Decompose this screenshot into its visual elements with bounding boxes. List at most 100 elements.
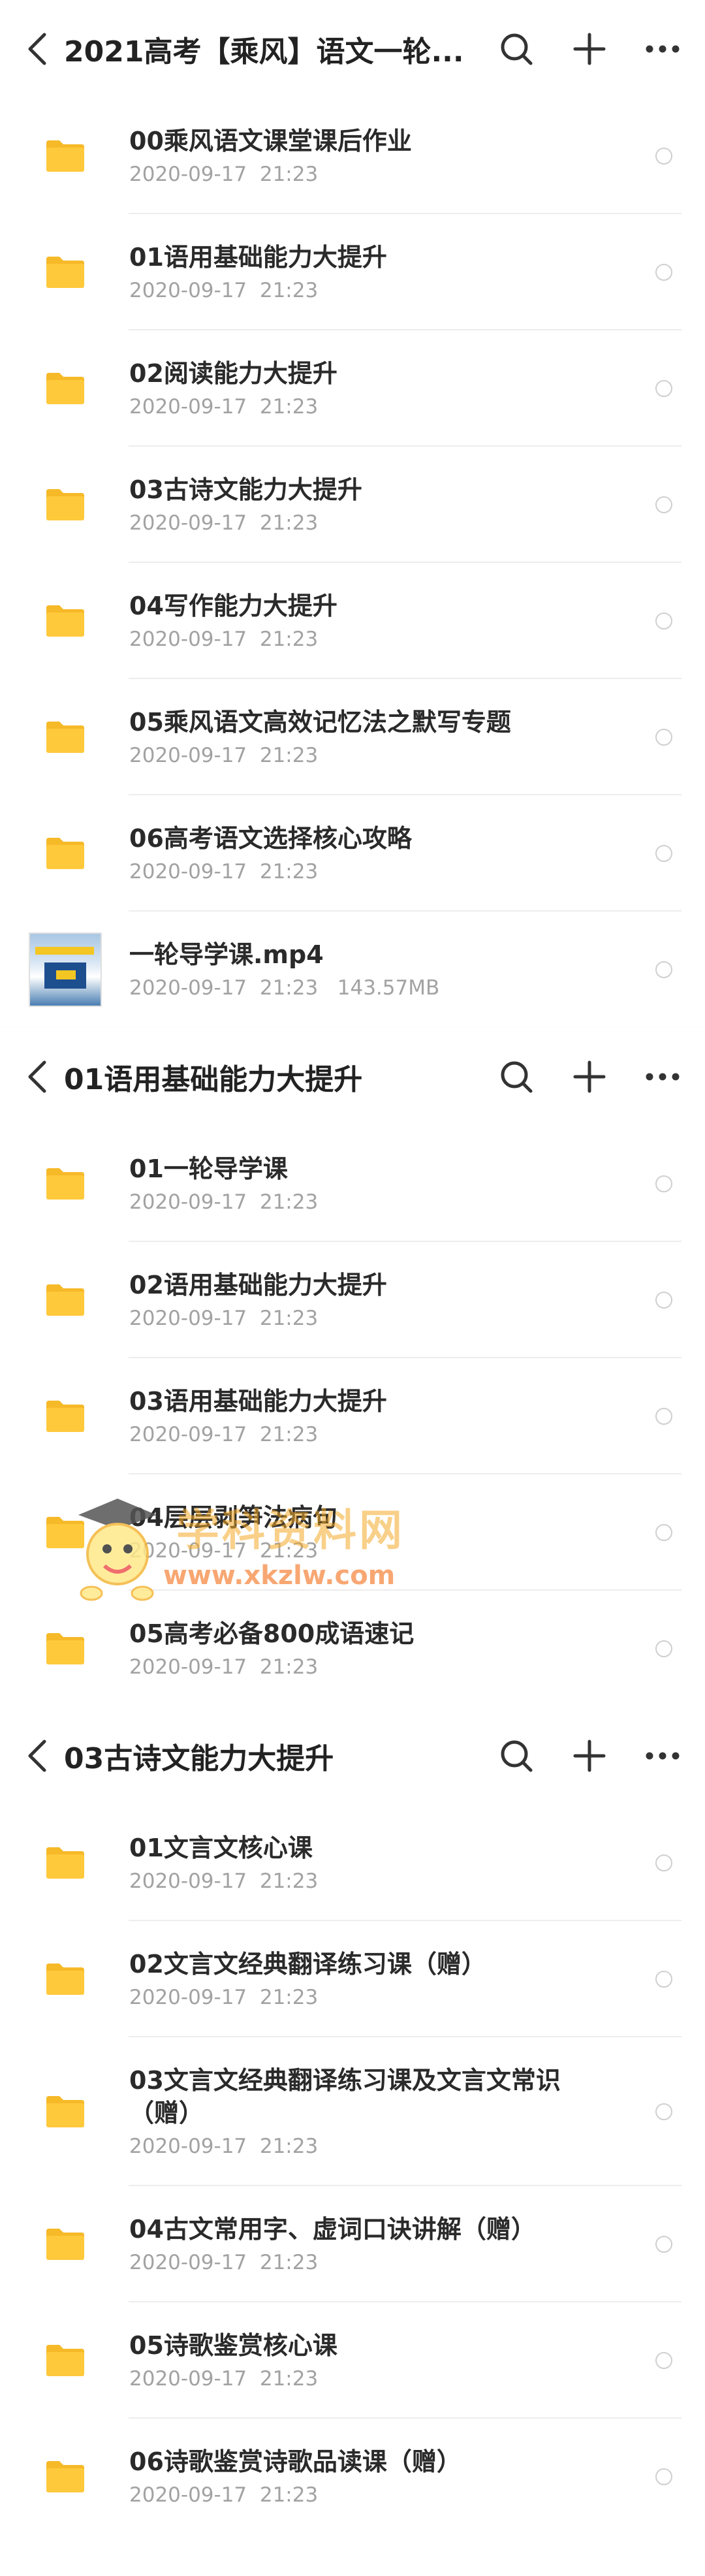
select-radio[interactable] <box>655 845 672 862</box>
search-icon[interactable] <box>494 1733 539 1779</box>
folder-row[interactable]: 05高考必备800成语速记 2020-09-17 21:23 <box>0 1591 705 1707</box>
select-radio[interactable] <box>655 961 672 978</box>
item-name: 04层层剥笋法病句 <box>129 1503 337 1532</box>
folder-row[interactable]: 02阅读能力大提升 2020-09-17 21:23 <box>0 330 705 447</box>
plus-icon[interactable] <box>567 1733 612 1779</box>
item-date: 2020-09-17 21:23 <box>129 511 319 535</box>
more-icon[interactable] <box>640 1733 685 1779</box>
folder-row[interactable]: 03古诗文能力大提升 2020-09-17 21:23 <box>0 447 705 563</box>
item-name: 05诗歌鉴赏核心课 <box>129 2331 337 2360</box>
panel-2: 01语用基础能力大提升 01一轮导学课 2020-09-17 21:23 02语用基础… <box>0 1028 705 1707</box>
select-radio[interactable] <box>655 1971 672 1988</box>
folder-row[interactable]: 02文言文经典翻译练习课（赠） 2020-09-17 21:23 <box>0 1921 705 2037</box>
header-bar: 2021高考【乘风】语文一轮... <box>0 0 705 98</box>
folder-row[interactable]: 04写作能力大提升 2020-09-17 21:23 <box>0 563 705 679</box>
item-name: 03古诗文能力大提升 <box>129 475 362 504</box>
select-radio[interactable] <box>655 2352 672 2369</box>
back-icon[interactable] <box>18 1736 57 1775</box>
folder-icon <box>26 117 104 195</box>
folder-row[interactable]: 03语用基础能力大提升 2020-09-17 21:23 <box>0 1358 705 1474</box>
more-icon[interactable] <box>640 26 685 72</box>
item-date: 2020-09-17 21:23 <box>129 1307 319 1330</box>
folder-row[interactable]: 05诗歌鉴赏核心课 2020-09-17 21:23 <box>0 2302 705 2419</box>
file-list: 00乘风语文课堂课后作业 2020-09-17 21:23 01语用基础能力大提升 2… <box>0 98 705 1028</box>
select-radio[interactable] <box>655 496 672 513</box>
item-date: 2020-09-17 21:23 <box>129 860 319 883</box>
item-meta: 2020-09-17 21:23 <box>129 1189 620 1215</box>
item-text: 04古文常用字、虚词口诀讲解（赠） 2020-09-17 21:23 <box>129 2213 620 2276</box>
item-name: 01语用基础能力大提升 <box>129 243 387 272</box>
item-meta: 2020-09-17 21:23 <box>129 1984 620 2011</box>
item-date: 2020-09-17 21:23 <box>129 2135 319 2158</box>
item-name: 06诗歌鉴赏诗歌品读课（赠） <box>129 2447 462 2476</box>
folder-icon <box>26 1610 104 1688</box>
item-text: 02语用基础能力大提升 2020-09-17 21:23 <box>129 1269 620 1331</box>
folder-row[interactable]: 06诗歌鉴赏诗歌品读课（赠） 2020-09-17 21:23 <box>0 2419 705 2535</box>
select-radio[interactable] <box>655 2103 672 2120</box>
folder-row[interactable]: 03文言文经典翻译练习课及文言文常识（赠） 2020-09-17 21:23 <box>0 2037 705 2186</box>
item-date: 2020-09-17 21:23 <box>129 163 319 186</box>
item-text: 03文言文经典翻译练习课及文言文常识（赠） 2020-09-17 21:23 <box>129 2064 620 2159</box>
select-radio[interactable] <box>655 1175 672 1192</box>
item-meta: 2020-09-17 21:23 <box>129 1305 620 1331</box>
file-browser-stack: 2021高考【乘风】语文一轮... 00乘风语文课堂课后作业 2020-09-17 … <box>0 0 705 2535</box>
select-radio[interactable] <box>655 1854 672 1871</box>
video-thumbnail <box>26 930 104 1009</box>
item-meta: 2020-09-17 21:23 <box>129 626 620 652</box>
folder-row[interactable]: 04古文常用字、虚词口诀讲解（赠） 2020-09-17 21:23 <box>0 2186 705 2302</box>
select-radio[interactable] <box>655 2236 672 2253</box>
folder-row[interactable]: 01一轮导学课 2020-09-17 21:23 <box>0 1126 705 1242</box>
item-text: 01一轮导学课 2020-09-17 21:23 <box>129 1153 620 1215</box>
select-radio[interactable] <box>655 1524 672 1541</box>
more-icon[interactable] <box>640 1054 685 1100</box>
folder-row[interactable]: 01文言文核心课 2020-09-17 21:23 <box>0 1805 705 1921</box>
folder-row[interactable]: 00乘风语文课堂课后作业 2020-09-17 21:23 <box>0 98 705 214</box>
folder-row[interactable]: 04层层剥笋法病句 2020-09-17 21:23 <box>0 1474 705 1591</box>
plus-icon[interactable] <box>567 26 612 72</box>
item-meta: 2020-09-17 21:23 <box>129 278 620 304</box>
plus-icon[interactable] <box>567 1054 612 1100</box>
select-radio[interactable] <box>655 612 672 629</box>
folder-icon <box>26 582 104 660</box>
item-date: 2020-09-17 21:23 <box>129 2483 319 2507</box>
item-date: 2020-09-17 21:23 <box>129 2367 319 2391</box>
item-meta: 2020-09-17 21:23 <box>129 859 620 885</box>
select-radio[interactable] <box>655 148 672 165</box>
item-date: 2020-09-17 21:23 <box>129 1423 319 1446</box>
folder-icon <box>26 814 104 893</box>
item-date: 2020-09-17 21:23 <box>129 1869 319 1893</box>
search-icon[interactable] <box>494 26 539 72</box>
search-icon[interactable] <box>494 1054 539 1100</box>
item-date: 2020-09-17 21:23 <box>129 395 319 419</box>
select-radio[interactable] <box>655 2468 672 2485</box>
page-title: 01语用基础能力大提升 <box>64 1063 363 1096</box>
select-radio[interactable] <box>655 380 672 397</box>
file-list: 01一轮导学课 2020-09-17 21:23 02语用基础能力大提升 2020-0… <box>0 1126 705 1707</box>
item-meta: 2020-09-17 21:23 <box>129 1538 620 1564</box>
select-radio[interactable] <box>655 729 672 746</box>
folder-row[interactable]: 05乘风语文高效记忆法之默写专题 2020-09-17 21:23 <box>0 679 705 795</box>
item-text: 03语用基础能力大提升 2020-09-17 21:23 <box>129 1385 620 1448</box>
back-icon[interactable] <box>18 1057 57 1096</box>
select-radio[interactable] <box>655 1640 672 1657</box>
folder-icon <box>26 698 104 776</box>
select-radio[interactable] <box>655 1408 672 1425</box>
folder-row[interactable]: 01语用基础能力大提升 2020-09-17 21:23 <box>0 214 705 330</box>
folder-row[interactable]: 02语用基础能力大提升 2020-09-17 21:23 <box>0 1242 705 1358</box>
folder-icon <box>26 2438 104 2516</box>
item-text: 00乘风语文课堂课后作业 2020-09-17 21:23 <box>129 125 620 187</box>
folder-row[interactable]: 06高考语文选择核心攻略 2020-09-17 21:23 <box>0 795 705 912</box>
item-date: 2020-09-17 21:23 <box>129 2251 319 2274</box>
select-radio[interactable] <box>655 1292 672 1309</box>
folder-icon <box>26 349 104 428</box>
item-meta: 2020-09-17 21:23 <box>129 1422 620 1448</box>
item-size-gap <box>318 976 337 1000</box>
back-icon[interactable] <box>18 29 57 69</box>
folder-icon <box>26 2205 104 2283</box>
file-row[interactable]: 一轮导学课.mp4 2020-09-17 21:23 143.57MB <box>0 912 705 1028</box>
folder-icon <box>26 2073 104 2151</box>
select-radio[interactable] <box>655 264 672 281</box>
folder-icon <box>26 466 104 544</box>
item-text: 01文言文核心课 2020-09-17 21:23 <box>129 1832 620 1894</box>
folder-icon <box>26 1261 104 1339</box>
